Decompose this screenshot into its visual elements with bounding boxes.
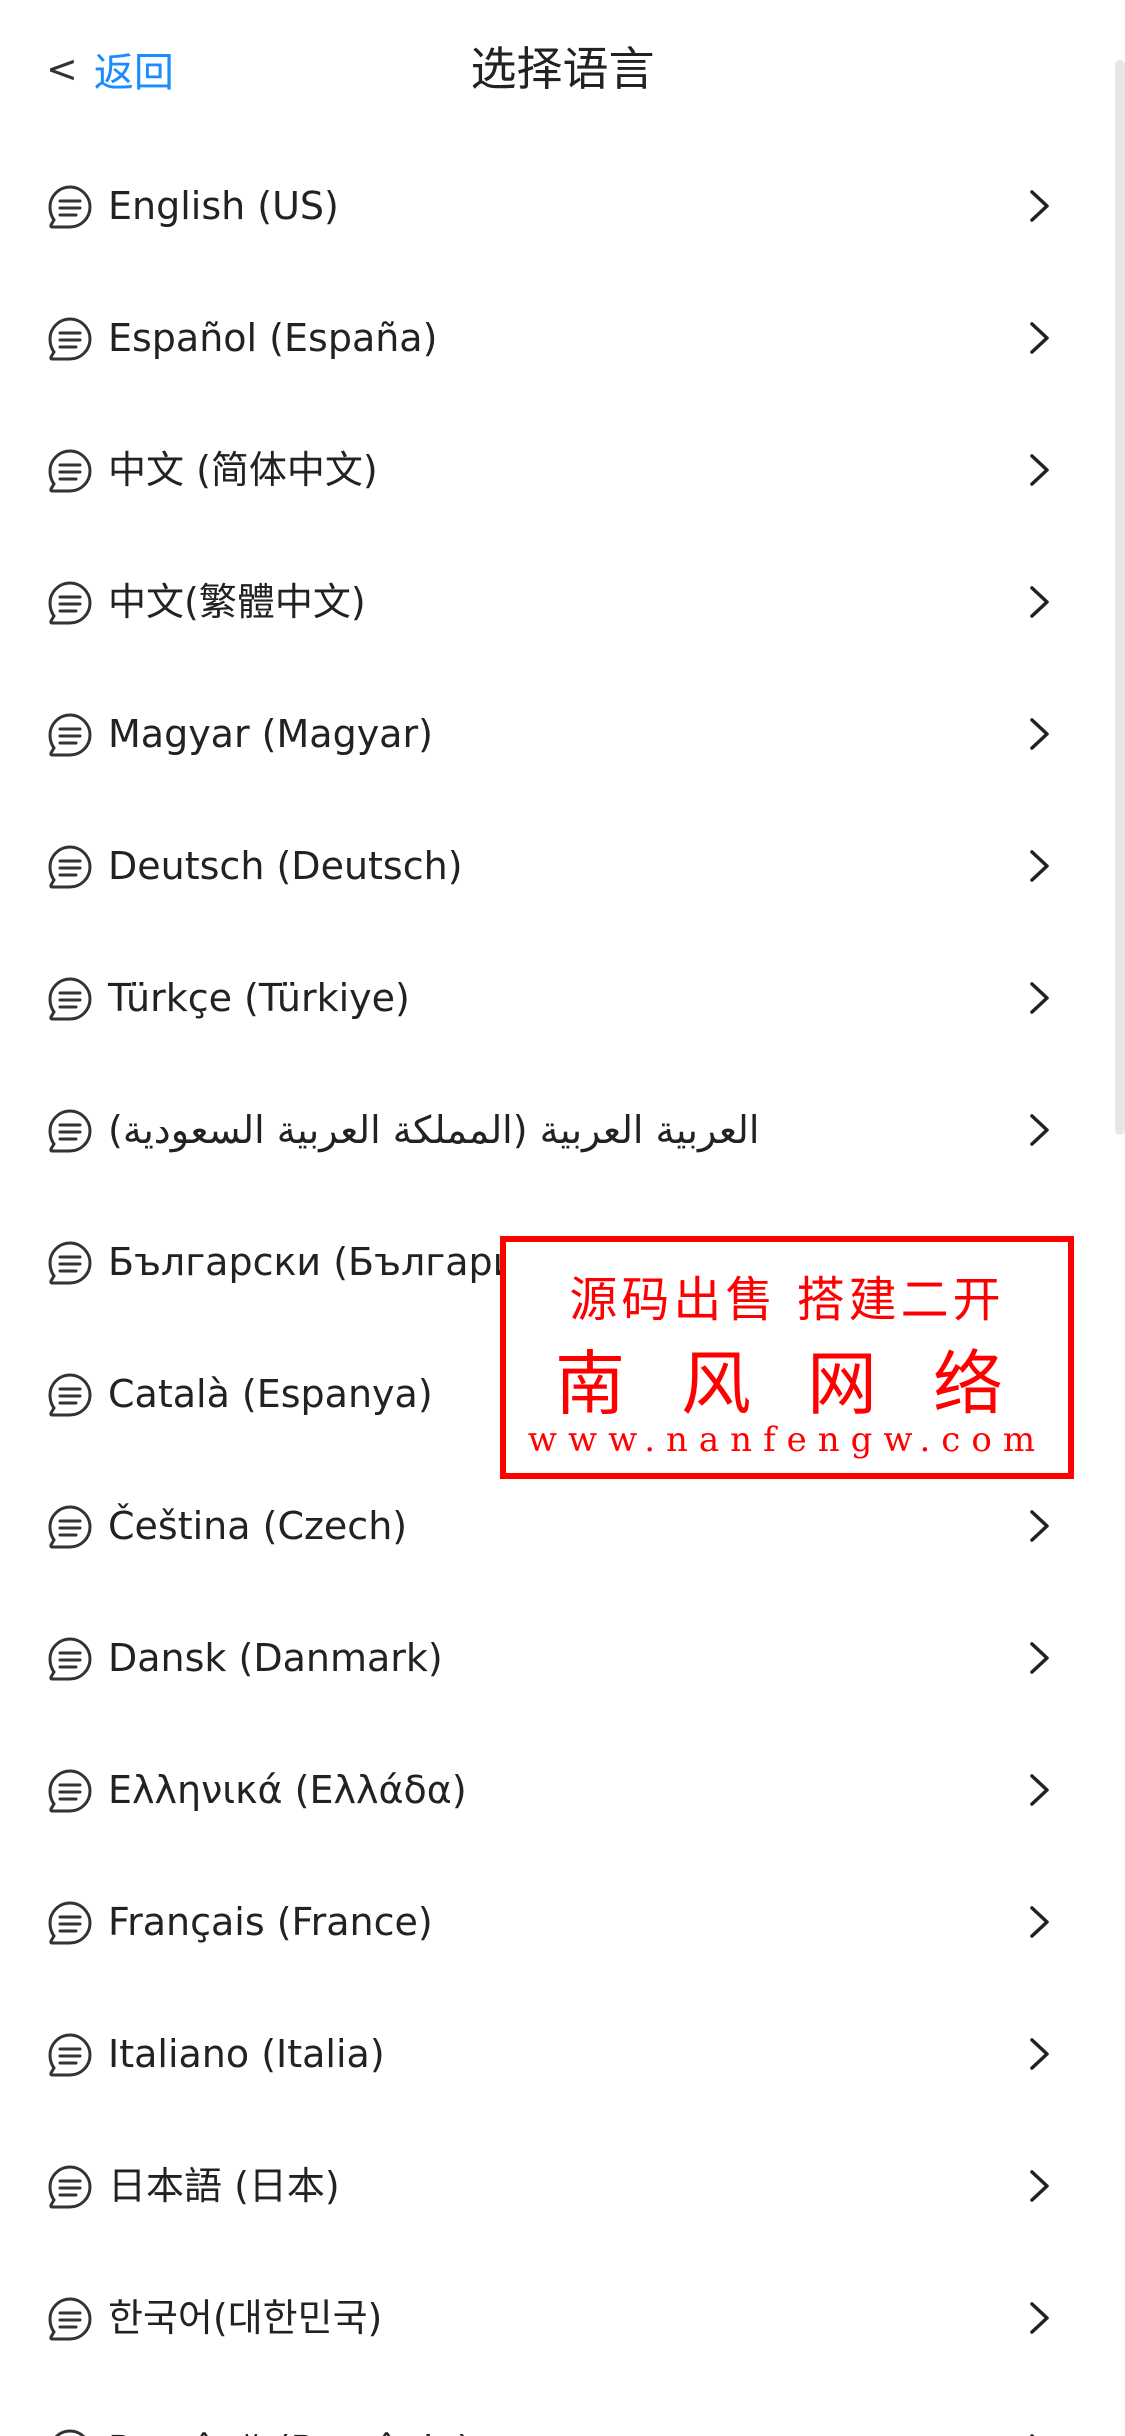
language-item[interactable]: 日本語 (日本) bbox=[0, 2120, 1125, 2252]
language-label: 한국어(대한민국) bbox=[108, 2296, 383, 2340]
language-item[interactable]: 한국어(대한민국) bbox=[0, 2252, 1125, 2384]
chevron-right-icon bbox=[1019, 582, 1059, 622]
language-label: English (US) bbox=[108, 184, 339, 228]
language-select-screen: < 返回 选择语言 English (US) Español (España) 中文… bbox=[0, 0, 1125, 2436]
message-lines-icon bbox=[46, 2295, 94, 2343]
language-item[interactable]: Italiano (Italia) bbox=[0, 1988, 1125, 2120]
language-label: Български (България) bbox=[108, 1240, 555, 1284]
language-item[interactable]: 中文 (简体中文) bbox=[0, 404, 1125, 536]
language-item[interactable]: العربية العربية (المملكة العربية السعودي… bbox=[0, 1064, 1125, 1196]
message-lines-icon bbox=[46, 1371, 94, 1419]
message-lines-icon bbox=[46, 1899, 94, 1947]
language-item[interactable]: Deutsch (Deutsch) bbox=[0, 800, 1125, 932]
language-label: Deutsch (Deutsch) bbox=[108, 844, 463, 888]
language-label: 日本語 (日本) bbox=[108, 2164, 340, 2208]
message-lines-icon bbox=[46, 1635, 94, 1683]
watermark-line2: 南风网络 bbox=[555, 1343, 1059, 1425]
chevron-right-icon bbox=[1019, 2298, 1059, 2338]
chevron-right-icon bbox=[1019, 1902, 1059, 1942]
chevron-right-icon bbox=[1019, 714, 1059, 754]
language-item[interactable]: Dansk (Danmark) bbox=[0, 1592, 1125, 1724]
language-label: العربية العربية (المملكة العربية السعودي… bbox=[108, 1108, 760, 1152]
language-label: Español (España) bbox=[108, 316, 438, 360]
chevron-right-icon bbox=[1019, 2034, 1059, 2074]
message-lines-icon bbox=[46, 2031, 94, 2079]
chevron-right-icon bbox=[1019, 978, 1059, 1018]
language-label: Türkçe (Türkiye) bbox=[108, 976, 410, 1020]
chevron-right-icon bbox=[1019, 1506, 1059, 1546]
message-lines-icon bbox=[46, 711, 94, 759]
language-label: 中文 (简体中文) bbox=[108, 448, 378, 492]
language-item[interactable]: Türkçe (Türkiye) bbox=[0, 932, 1125, 1064]
message-lines-icon bbox=[46, 1239, 94, 1287]
language-item[interactable]: Ελληνικά (Ελλάδα) bbox=[0, 1724, 1125, 1856]
page-title: 选择语言 bbox=[470, 42, 655, 96]
watermark-stamp: 源码出售 搭建二开 南风网络 www.nanfengw.com bbox=[500, 1236, 1074, 1479]
language-label: Dansk (Danmark) bbox=[108, 1636, 443, 1680]
message-lines-icon bbox=[46, 2427, 94, 2436]
header: < 返回 选择语言 bbox=[0, 0, 1125, 140]
language-item[interactable]: Magyar (Magyar) bbox=[0, 668, 1125, 800]
message-lines-icon bbox=[46, 1107, 94, 1155]
message-lines-icon bbox=[46, 843, 94, 891]
chevron-right-icon bbox=[1019, 1110, 1059, 1150]
message-lines-icon bbox=[46, 975, 94, 1023]
message-lines-icon bbox=[46, 1503, 94, 1551]
language-item[interactable]: Français (France) bbox=[0, 1856, 1125, 1988]
chevron-right-icon bbox=[1019, 846, 1059, 886]
chevron-right-icon bbox=[1019, 186, 1059, 226]
message-lines-icon bbox=[46, 315, 94, 363]
language-label: Ελληνικά (Ελλάδα) bbox=[108, 1768, 467, 1812]
message-lines-icon bbox=[46, 1767, 94, 1815]
chevron-right-icon bbox=[1019, 2430, 1059, 2436]
language-item[interactable]: Română (România) bbox=[0, 2384, 1125, 2436]
message-lines-icon bbox=[46, 2163, 94, 2211]
chevron-right-icon bbox=[1019, 2166, 1059, 2206]
watermark-line1: 源码出售 搭建二开 bbox=[569, 1272, 1005, 1328]
language-item[interactable]: Español (España) bbox=[0, 272, 1125, 404]
chevron-right-icon bbox=[1019, 1638, 1059, 1678]
message-lines-icon bbox=[46, 447, 94, 495]
language-item[interactable]: Čeština (Czech) bbox=[0, 1460, 1125, 1592]
language-item[interactable]: 中文(繁體中文) bbox=[0, 536, 1125, 668]
chevron-right-icon bbox=[1019, 450, 1059, 490]
language-label: Română (România) bbox=[108, 2384, 472, 2436]
language-label: Italiano (Italia) bbox=[108, 2032, 385, 2076]
scrollbar[interactable] bbox=[1115, 60, 1125, 1135]
language-label: 中文(繁體中文) bbox=[108, 580, 366, 624]
chevron-right-icon bbox=[1019, 1770, 1059, 1810]
message-lines-icon bbox=[46, 579, 94, 627]
message-lines-icon bbox=[46, 183, 94, 231]
language-label: Català (Espanya) bbox=[108, 1372, 433, 1416]
language-item[interactable]: English (US) bbox=[0, 140, 1125, 272]
chevron-right-icon bbox=[1019, 318, 1059, 358]
watermark-line3: www.nanfengw.com bbox=[527, 1420, 1047, 1460]
language-label: Čeština (Czech) bbox=[108, 1504, 408, 1548]
language-label: Français (France) bbox=[108, 1900, 433, 1944]
language-label: Magyar (Magyar) bbox=[108, 712, 433, 756]
